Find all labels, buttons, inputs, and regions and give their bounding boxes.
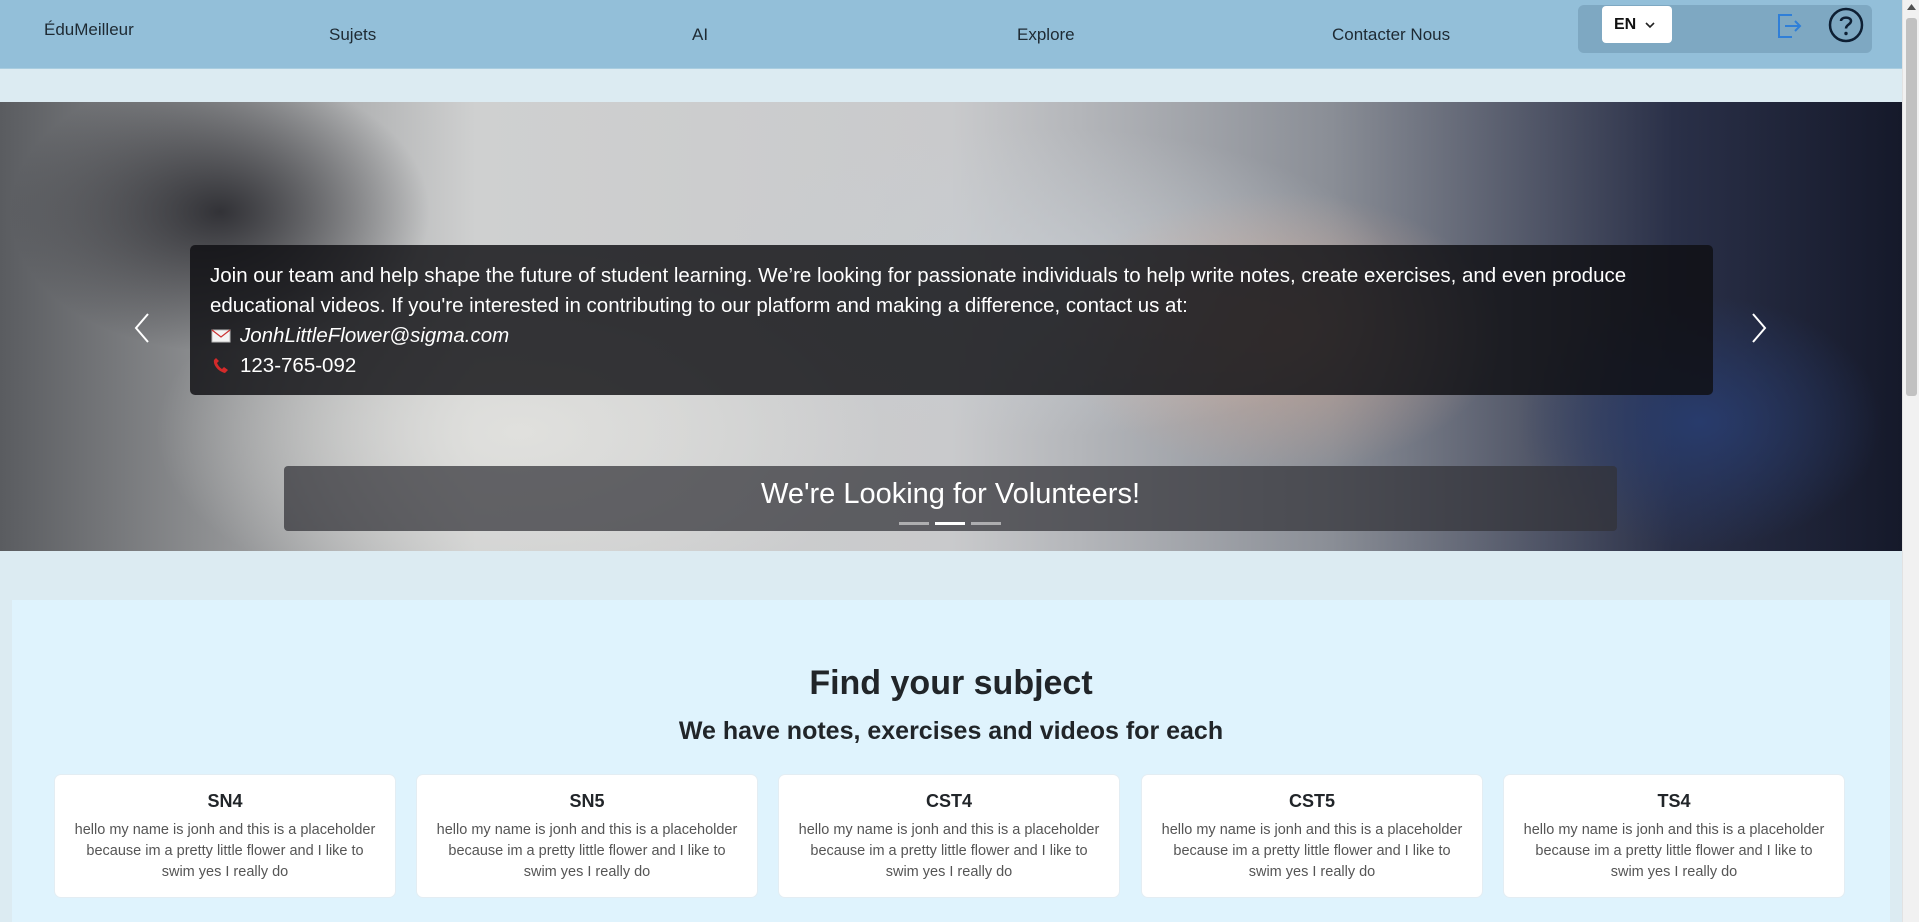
language-select[interactable]: EN <box>1602 6 1672 43</box>
subject-card-sn4[interactable]: SN4 hello my name is jonh and this is a … <box>54 774 396 898</box>
card-text: hello my name is jonh and this is a plac… <box>798 822 1100 880</box>
card-title: SN4 <box>207 791 243 811</box>
chevron-down-icon <box>1645 21 1655 28</box>
brand-link[interactable]: ÉduMeilleur <box>44 20 134 40</box>
section-subtitle: We have notes, exercises and videos for … <box>678 717 1224 745</box>
carousel-indicator-2[interactable] <box>935 522 965 525</box>
subjects-section: Find your subject We have notes, exercis… <box>12 600 1890 922</box>
nav-link-explore[interactable]: Explore <box>1017 25 1075 45</box>
carousel-indicators <box>899 522 1001 525</box>
nav-link-sujets[interactable]: Sujets <box>329 25 376 45</box>
card-title: CST4 <box>925 791 972 811</box>
subject-card-cst5[interactable]: CST5 hello my name is jonh and this is a… <box>1141 774 1483 898</box>
nav-actions: EN <box>1578 5 1872 53</box>
card-text: hello my name is jonh and this is a plac… <box>1161 822 1463 880</box>
page-scrollbar[interactable] <box>1902 0 1919 922</box>
logout-icon[interactable] <box>1775 13 1803 39</box>
subject-card-sn5[interactable]: SN5 hello my name is jonh and this is a … <box>416 774 758 898</box>
email-line: JonhLittleFlower@sigma.com <box>210 321 1693 351</box>
nav-link-contact[interactable]: Contacter Nous <box>1332 25 1450 45</box>
hero-carousel: Join our team and help shape the future … <box>0 102 1902 551</box>
card-title: CST5 <box>1288 791 1335 811</box>
phone-icon <box>213 358 228 373</box>
subject-card-cst4[interactable]: CST4 hello my name is jonh and this is a… <box>778 774 1120 898</box>
language-value: EN <box>1614 15 1637 33</box>
navbar: ÉduMeilleur Sujets AI Explore Contacter … <box>0 0 1902 69</box>
help-icon[interactable] <box>1828 7 1864 43</box>
card-text: hello my name is jonh and this is a plac… <box>1523 822 1825 880</box>
volunteer-caption: Join our team and help shape the future … <box>190 245 1713 395</box>
card-text: hello my name is jonh and this is a plac… <box>436 822 738 880</box>
subject-card-ts4[interactable]: TS4 hello my name is jonh and this is a … <box>1503 774 1845 898</box>
envelope-icon <box>211 329 231 343</box>
phone-line: 123-765-092 <box>210 351 1693 381</box>
carousel-indicator-3[interactable] <box>971 522 1001 525</box>
card-title: SN5 <box>569 791 605 811</box>
card-title: TS4 <box>1657 791 1691 811</box>
scrollbar-thumb[interactable] <box>1906 18 1917 396</box>
contact-phone[interactable]: 123-765-092 <box>240 351 356 381</box>
scroll-up-icon[interactable] <box>1907 3 1916 10</box>
section-title: Find your subject <box>809 664 1093 702</box>
card-text: hello my name is jonh and this is a plac… <box>74 822 376 880</box>
contact-email[interactable]: JonhLittleFlower@sigma.com <box>240 321 509 351</box>
carousel-next-icon[interactable] <box>1747 310 1771 346</box>
carousel-title-text: We're Looking for Volunteers! <box>761 478 1140 510</box>
caption-text: Join our team and help shape the future … <box>210 264 1627 317</box>
carousel-indicator-1[interactable] <box>899 522 929 525</box>
carousel-prev-icon[interactable] <box>130 310 154 346</box>
nav-link-ai[interactable]: AI <box>692 25 708 45</box>
